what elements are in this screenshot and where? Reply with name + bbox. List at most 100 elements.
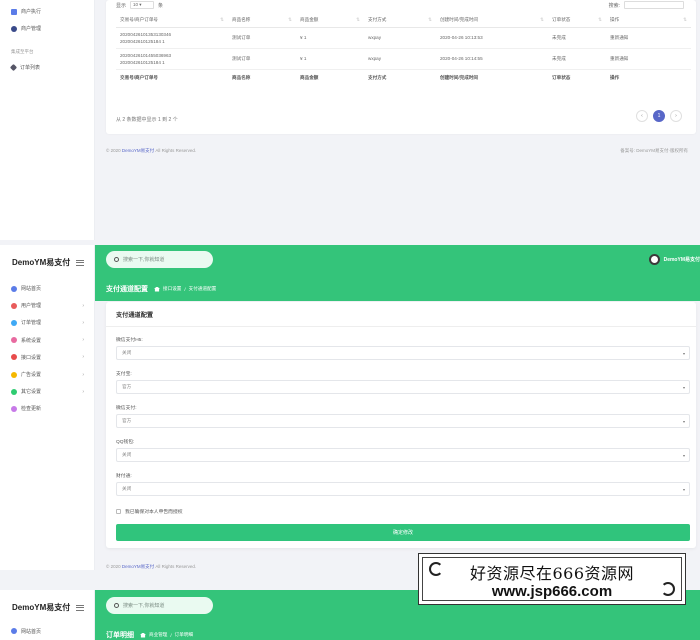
global-search-input[interactable]: 搜索一下,你就知道 [106, 597, 213, 614]
col-header[interactable]: 创建时间/完成时间 ⇅ [436, 14, 548, 28]
select-value: 官方 [122, 384, 132, 389]
chevron-down-icon: ▾ [682, 486, 685, 492]
chevron-right-icon: › [82, 371, 84, 378]
global-search-input[interactable]: 搜索一下,你就知道 [106, 251, 213, 268]
sidebar-item-merchant-run[interactable]: 商户执行 [0, 3, 94, 20]
status-badge: 未完成 [548, 48, 606, 70]
sidebar-item-3[interactable]: 系统设置 › [0, 332, 94, 349]
channel-select[interactable]: 关闭 ▾ [116, 448, 690, 462]
sidebar-item-merchant-manage[interactable]: 商户管理 [0, 20, 94, 37]
user-icon [11, 302, 17, 309]
sidebar-item-1[interactable]: 用户管理 › [0, 297, 94, 314]
col-header[interactable]: 交易号/商户订单号 ⇅ [116, 14, 228, 28]
renotify-link[interactable]: 重新通知 [606, 27, 691, 49]
brand-bar: DemoYM易支付 [0, 590, 94, 625]
sidebar-item-4[interactable]: 接口设置 › [0, 349, 94, 366]
field-label: 微信支付H5: [116, 338, 143, 343]
user-icon [11, 25, 17, 32]
menu-toggle-icon[interactable] [76, 259, 84, 266]
col-header[interactable]: 支付方式 ⇅ [364, 14, 436, 28]
user-menu[interactable]: DemoYM易支付 [648, 254, 700, 265]
pagination: ‹ 1 › [636, 110, 682, 122]
globe-icon [11, 628, 17, 634]
watermark-banner: 好资源尽在666资源网 www.jsp666.com [418, 553, 686, 605]
channel-select[interactable]: 官方 ▾ [116, 380, 690, 394]
sidebar-item-label: 接口设置 [21, 354, 42, 361]
channel-select[interactable]: 关闭 ▾ [116, 346, 690, 360]
chevron-right-icon: › [82, 337, 84, 344]
col-header[interactable]: 操作 ⇅ [606, 14, 691, 28]
channel-select[interactable]: 关闭 ▾ [116, 482, 690, 496]
select-value: 关闭 [122, 452, 132, 457]
consent-label: 我已确保对本人申告而授权 [125, 510, 183, 515]
select-value: 关闭 [122, 350, 132, 355]
brand-bar: DemoYM易支付 [0, 245, 94, 280]
brand-logo: DemoYM易支付 [12, 258, 71, 267]
table-search: 搜索: [609, 0, 684, 10]
link-icon [11, 405, 17, 412]
table-footer-row: 交易号/商户订单号 商品名称 商品金额 支付方式 创建时间/完成时间 订单状态 … [116, 69, 691, 86]
menu-toggle-icon[interactable] [76, 604, 84, 611]
breadcrumb-home[interactable]: 接口设置 [163, 286, 181, 292]
rows-label: 条 [158, 2, 164, 9]
trade-no-cell: 20200426101353130346 2020042610125184 1 [116, 27, 228, 49]
sidebar-item-label: 广告设置 [21, 372, 42, 379]
sidebar-item-label: 用户管理 [21, 303, 42, 310]
consent-row[interactable]: 我已确保对本人申告而授权 [116, 508, 183, 515]
status-badge: 未完成 [548, 27, 606, 49]
sidebar-item-label: 商户管理 [21, 26, 42, 33]
page-1-button[interactable]: 1 [653, 110, 665, 122]
user-name: DemoYM易支付 [663, 257, 700, 263]
consent-checkbox[interactable] [116, 509, 121, 514]
search-icon [114, 257, 119, 262]
home-icon[interactable] [154, 286, 160, 292]
plug-icon [11, 354, 17, 361]
sidebar-item-label: 其它设置 [21, 389, 42, 396]
col-header[interactable]: 商品名称 ⇅ [228, 14, 296, 28]
sidebar-item-2[interactable]: 订单管理 › [0, 314, 94, 331]
sidebar-item-6[interactable]: 其它设置 › [0, 383, 94, 400]
table-search-input[interactable] [624, 1, 684, 9]
channel-select[interactable]: 官方 ▾ [116, 414, 690, 428]
submit-button[interactable]: 确定修改 [116, 524, 690, 541]
col-footer: 支付方式 [368, 74, 387, 80]
home-icon[interactable] [140, 632, 146, 638]
orders-table: 交易号/商户订单号 ⇅ 商品名称 ⇅ 商品金额 ⇅ 支付方式 ⇅ 创建时间/完成时间 ⇅ … [116, 14, 691, 86]
sidebar-item-label: 检查更新 [21, 406, 42, 413]
chevron-right-icon: › [82, 388, 84, 395]
sidebar-item-5[interactable]: 广告设置 › [0, 366, 94, 383]
chevron-right-icon: › [82, 319, 84, 326]
breadcrumb-current: 订单明细 [174, 632, 194, 637]
col-footer: 订单状态 [552, 74, 571, 80]
sidebar-item-home[interactable]: 网站首页 [0, 625, 94, 637]
sidebar-section-label: 集成至平台 [11, 49, 34, 55]
prev-page-button[interactable]: ‹ [636, 110, 648, 122]
table-header-row: 交易号/商户订单号 ⇅ 商品名称 ⇅ 商品金额 ⇅ 支付方式 ⇅ 创建时间/完成时间 ⇅ … [116, 14, 691, 28]
sidebar-item-7[interactable]: 检查更新 [0, 400, 94, 417]
select-value: 官方 [122, 418, 132, 423]
sidebar-menu: 网站首页 用户管理 › 订单管理 › 系统设置 › 接口设置 › 广告设置 › 其它设置 › 检查更新 [0, 280, 94, 418]
next-page-button[interactable]: › [670, 110, 682, 122]
sidebar-item-0[interactable]: 网站首页 [0, 280, 94, 297]
breadcrumb: 接口设置 / 支付通道配置 [154, 286, 216, 292]
bar-chart-icon [11, 8, 17, 15]
breadcrumb-home[interactable]: 商业管理 [149, 632, 167, 638]
col-header[interactable]: 商品金额 ⇅ [296, 14, 364, 28]
brand-logo: DemoYM易支付 [12, 603, 71, 612]
amount-cell: ¥ 1 [296, 48, 364, 70]
method-cell: wxpay [364, 48, 436, 70]
copyright: © 2020 DemoYM易支付 All Rights Reserved. [106, 564, 197, 569]
smile-icon [11, 371, 17, 378]
gem-icon [9, 64, 18, 72]
screenshot-stage: 商户执行 商户管理 集成至平台 订单列表 显示 10 ▾ 条 搜索: 交易号/商… [0, 0, 700, 640]
field-label: QQ钱包: [116, 440, 135, 445]
page-size-value: 10 [133, 2, 139, 7]
page-title: 支付通道配置 [106, 286, 148, 293]
search-icon [114, 603, 119, 608]
page-size-control: 显示 10 ▾ 条 [116, 0, 163, 10]
page-size-select[interactable]: 10 ▾ [130, 1, 155, 9]
sidebar-item-orders[interactable]: 订单列表 [0, 59, 94, 76]
renotify-link[interactable]: 重新通知 [606, 48, 691, 70]
field-label: 财付通: [116, 474, 132, 479]
col-header[interactable]: 订单状态 ⇅ [548, 14, 606, 28]
